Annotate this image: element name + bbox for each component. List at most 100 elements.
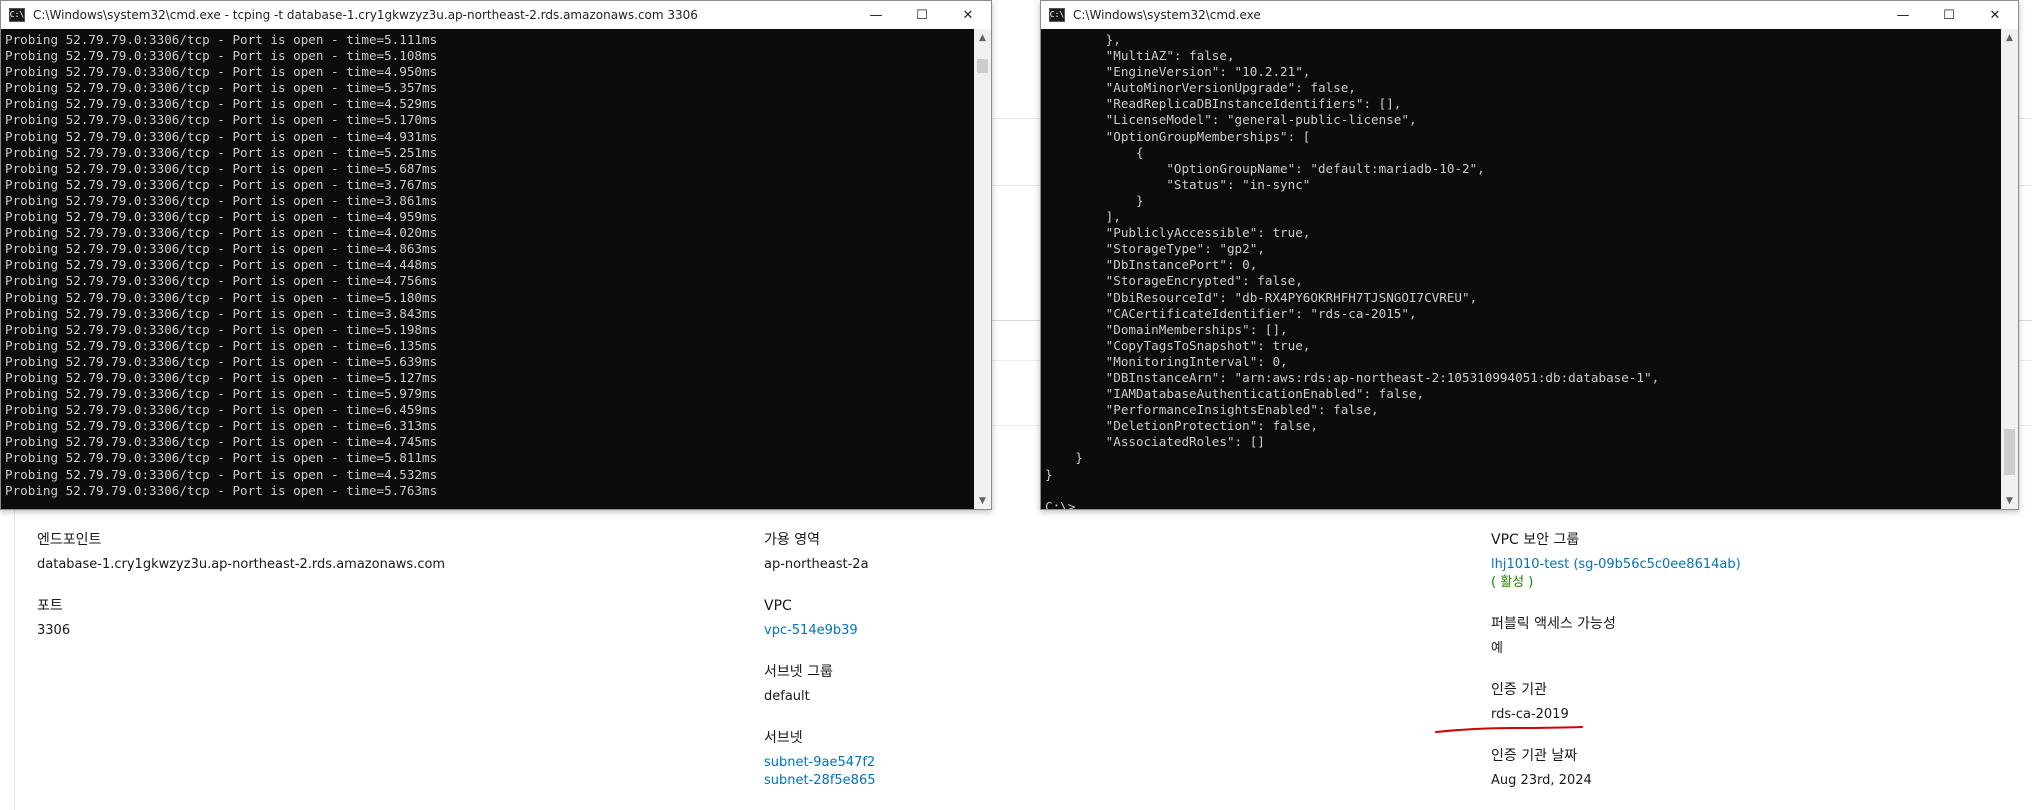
console-line: Probing 52.79.79.0:3306/tcp - Port is op… [5,337,438,353]
port-value: 3306 [37,623,71,638]
availability-zone-value: ap-northeast-2a [764,557,869,572]
subnet-group-value: default [764,689,810,704]
console-line: "ReadReplicaDBInstanceIdentifiers": [], [1045,96,1402,112]
console-line: Probing 52.79.79.0:3306/tcp - Port is op… [5,257,438,273]
console-line: Probing 52.79.79.0:3306/tcp - Port is op… [5,96,438,112]
console-line: Probing 52.79.79.0:3306/tcp - Port is op… [5,353,438,369]
close-button[interactable]: ✕ [1972,1,2018,29]
console-line: } [1045,466,1053,482]
console-line: "EngineVersion": "10.2.21", [1045,64,1311,80]
console-line: Probing 52.79.79.0:3306/tcp - Port is op… [5,64,438,80]
screen: 엔드포인트 database-1.cry1gkwzyz3u.ap-northea… [0,0,2032,810]
subnet-link[interactable]: subnet-9ae547f2 [764,754,1324,772]
console-line: "DbiResourceId": "db-RX4PY6OKRHFH7TJSNGO… [1045,289,1478,305]
window-title: C:\Windows\system32\cmd.exe [1073,8,1261,22]
maximize-button[interactable]: ☐ [1926,1,1972,29]
certificate-authority-date-value: Aug 23rd, 2024 [1491,773,1592,788]
subnet-link[interactable]: subnet-28f5e865 [764,772,1324,790]
public-access-value: 예 [1491,641,1503,656]
console-line: Probing 52.79.79.0:3306/tcp - Port is op… [5,112,438,128]
console-line: Probing 52.79.79.0:3306/tcp - Port is op… [5,450,438,466]
public-access-label: 퍼블릭 액세스 가능성 [1491,616,1616,632]
vertical-scrollbar[interactable]: ▲ ▼ [2001,29,2018,509]
console-line: Probing 52.79.79.0:3306/tcp - Port is op… [5,418,438,434]
red-underline-annotation [1435,726,1583,733]
console-line: "CACertificateIdentifier": "rds-ca-2015"… [1045,305,1417,321]
connectivity-column-network: 가용 영역 ap-northeast-2a VPC vpc-514e9b39 서… [764,530,1324,810]
console-line: "MultiAZ": false, [1045,48,1235,64]
console-line: Probing 52.79.79.0:3306/tcp - Port is op… [5,273,438,289]
title-bar[interactable]: C:\ C:\Windows\system32\cmd.exe - tcping… [1,1,991,29]
scroll-thumb[interactable] [977,59,988,73]
console-text: }, "MultiAZ": false, "EngineVersion": "1… [1041,29,2001,509]
console-line: "DBInstanceArn": "arn:aws:rds:ap-northea… [1045,369,1660,385]
console-line: "LicenseModel": "general-public-license"… [1045,112,1417,128]
console-line: Probing 52.79.79.0:3306/tcp - Port is op… [5,369,438,385]
console-line: "MonitoringInterval": 0, [1045,353,1288,369]
console-line: Probing 52.79.79.0:3306/tcp - Port is op… [5,176,438,192]
console-line: "IAMDatabaseAuthenticationEnabled": fals… [1045,386,1425,402]
console-line: "DbInstancePort": 0, [1045,257,1258,273]
console-line: "PubliclyAccessible": true, [1045,225,1311,241]
cmd-window-aws-cli: C:\ C:\Windows\system32\cmd.exe — ☐ ✕ },… [1040,0,2019,510]
console-line: Probing 52.79.79.0:3306/tcp - Port is op… [5,128,438,144]
console-line: Probing 52.79.79.0:3306/tcp - Port is op… [5,402,438,418]
window-controls: — ☐ ✕ [853,1,991,29]
connectivity-column-security: VPC 보안 그룹 lhj1010-test (sg-09b56c5c0ee86… [1491,530,2032,810]
minimize-button[interactable]: — [853,1,899,29]
scroll-thumb[interactable] [2004,429,2015,475]
maximize-button[interactable]: ☐ [899,1,945,29]
console-line: "AssociatedRoles": [] [1045,434,1265,450]
connectivity-column-endpoint: 엔드포인트 database-1.cry1gkwzyz3u.ap-northea… [37,530,597,662]
availability-zone-label: 가용 영역 [764,532,820,548]
subnets-label: 서브넷 [764,730,803,746]
console-line: Probing 52.79.79.0:3306/tcp - Port is op… [5,192,438,208]
scroll-up-arrow-icon[interactable]: ▲ [2001,29,2018,46]
console-line: "DeletionProtection": false, [1045,418,1318,434]
certificate-authority-label: 인증 기관 [1491,682,1547,698]
console-line: Probing 52.79.79.0:3306/tcp - Port is op… [5,225,438,241]
console-line: ], [1045,209,1121,225]
scroll-down-arrow-icon[interactable]: ▼ [2001,492,2018,509]
console-line: "StorageEncrypted": false, [1045,273,1303,289]
cmd-icon: C:\ [9,8,25,22]
console-line: Probing 52.79.79.0:3306/tcp - Port is op… [5,160,438,176]
window-controls: — ☐ ✕ [1880,1,2018,29]
console-line: "DomainMemberships": [], [1045,321,1288,337]
console-line: Probing 52.79.79.0:3306/tcp - Port is op… [5,289,438,305]
vpc-link[interactable]: vpc-514e9b39 [764,622,1324,640]
scroll-up-arrow-icon[interactable]: ▲ [974,29,991,46]
certificate-authority-date-label: 인증 기관 날짜 [1491,748,1578,764]
console-line: "AutoMinorVersionUpgrade": false, [1045,80,1356,96]
console-output[interactable]: Probing 52.79.79.0:3306/tcp - Port is op… [1,29,974,509]
endpoint-value: database-1.cry1gkwzyz3u.ap-northeast-2.r… [37,557,446,572]
console-line: Probing 52.79.79.0:3306/tcp - Port is op… [5,305,438,321]
console-line: "Status": "in-sync" [1045,176,1311,192]
title-bar[interactable]: C:\ C:\Windows\system32\cmd.exe — ☐ ✕ [1041,1,2018,29]
endpoint-label: 엔드포인트 [37,532,102,548]
console-line: } [1045,192,1144,208]
console-line: C:\> [1045,498,1076,509]
vertical-scrollbar[interactable]: ▲ ▼ [974,29,991,509]
scroll-down-arrow-icon[interactable]: ▼ [974,492,991,509]
console-line: Probing 52.79.79.0:3306/tcp - Port is op… [5,241,438,257]
console-line: Probing 52.79.79.0:3306/tcp - Port is op… [5,209,438,225]
console-line: Probing 52.79.79.0:3306/tcp - Port is op… [5,482,438,498]
console-line: Probing 52.79.79.0:3306/tcp - Port is op… [5,144,438,160]
console-line: Probing 52.79.79.0:3306/tcp - Port is op… [5,466,438,482]
console-line: Probing 52.79.79.0:3306/tcp - Port is op… [5,386,438,402]
console-output[interactable]: }, "MultiAZ": false, "EngineVersion": "1… [1041,29,2001,509]
console-line: "PerformanceInsightsEnabled": false, [1045,402,1379,418]
window-title: C:\Windows\system32\cmd.exe - tcping -t … [33,8,698,22]
minimize-button[interactable]: — [1880,1,1926,29]
console-line: Probing 52.79.79.0:3306/tcp - Port is op… [5,434,438,450]
console-line: "StorageType": "gp2", [1045,241,1265,257]
close-button[interactable]: ✕ [945,1,991,29]
security-group-link[interactable]: lhj1010-test (sg-09b56c5c0ee8614ab) [1491,556,2032,574]
console-line: Probing 52.79.79.0:3306/tcp - Port is op… [5,80,438,96]
console-line: { [1045,144,1144,160]
console-line: }, [1045,32,1121,47]
port-label: 포트 [37,598,63,614]
console-text: Probing 52.79.79.0:3306/tcp - Port is op… [1,29,974,499]
